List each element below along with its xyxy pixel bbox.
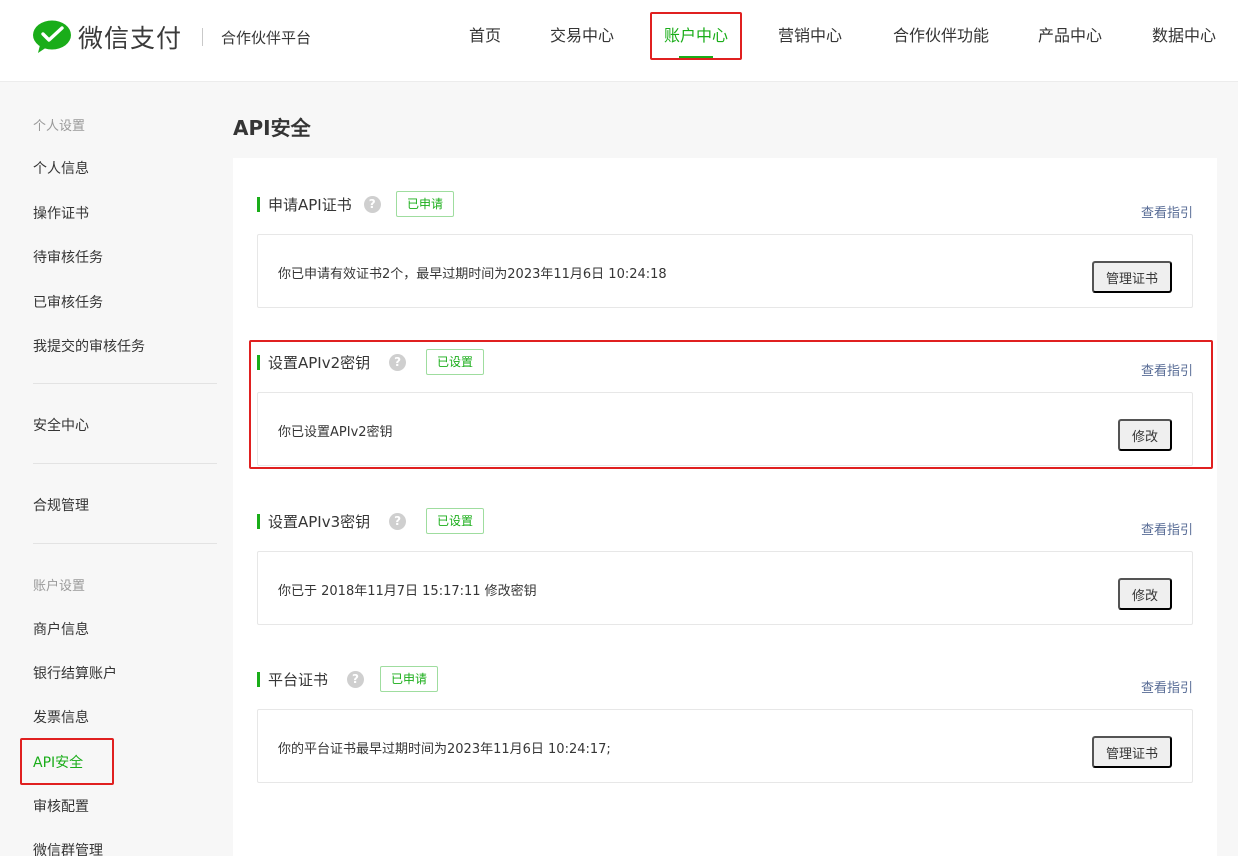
sidebar-group-account: 账户设置 (33, 579, 86, 594)
manage-cert-button[interactable]: 管理证书 (1091, 736, 1172, 768)
nav-marketing-center[interactable]: 营销中心 (778, 0, 842, 72)
section-panel: 你的平台证书最早过期时间为2023年11月6日 10:24:17; 管理证书 (257, 709, 1193, 783)
sidebar-item-wechat-group[interactable]: 微信群管理 (33, 840, 103, 856)
annotation-box-apiv2 (249, 340, 1213, 469)
view-guide-link[interactable]: 查看指引 (1141, 202, 1193, 221)
section-accent-bar (257, 514, 260, 529)
view-guide-link[interactable]: 查看指引 (1141, 519, 1193, 538)
brand-subtitle: 合作伙伴平台 (221, 28, 312, 47)
sidebar-item-review-config[interactable]: 审核配置 (33, 796, 89, 816)
sidebar-divider (33, 383, 217, 384)
manage-cert-button[interactable]: 管理证书 (1091, 261, 1172, 293)
sidebar-group-personal: 个人设置 (33, 119, 86, 134)
brand-logo[interactable]: 微信支付 合作伙伴平台 (32, 19, 311, 55)
question-circle-icon[interactable]: ? (363, 196, 381, 213)
nav-product-center[interactable]: 产品中心 (1038, 0, 1102, 72)
section-title-text: 平台证书 (268, 671, 329, 689)
annotation-box-sidebar (20, 738, 114, 785)
top-bar: 微信支付 合作伙伴平台 首页 交易中心 账户中心 营销中心 合作伙伴功能 产品中… (0, 0, 1238, 82)
sidebar-item-personal-info[interactable]: 个人信息 (33, 158, 89, 178)
sidebar-item-reviewed[interactable]: 已审核任务 (33, 292, 103, 312)
sidebar-item-compliance[interactable]: 合规管理 (33, 495, 89, 515)
sidebar-item-security-center[interactable]: 安全中心 (33, 415, 89, 435)
status-badge: 已设置 (426, 508, 485, 534)
section-panel: 你已于 2018年11月7日 15:17:11 修改密钥 修改 (257, 551, 1193, 625)
wechat-bubble-icon (33, 20, 71, 53)
nav-trade-center[interactable]: 交易中心 (550, 0, 614, 72)
sidebar-divider (33, 543, 217, 544)
section-description: 你已于 2018年11月7日 15:17:11 修改密钥 (278, 584, 537, 599)
status-badge: 已申请 (396, 191, 455, 217)
question-circle-icon[interactable]: ? (389, 513, 407, 530)
modify-button[interactable]: 修改 (1117, 578, 1172, 610)
status-badge: 已申请 (380, 666, 439, 692)
sidebar-divider (33, 463, 217, 464)
section-title: 设置APIv3密钥 ? (257, 511, 407, 532)
nav-partner-functions[interactable]: 合作伙伴功能 (893, 0, 989, 72)
sidebar-item-merchant-info[interactable]: 商户信息 (33, 619, 89, 639)
nav-home[interactable]: 首页 (469, 0, 501, 72)
sidebar-item-my-submitted[interactable]: 我提交的审核任务 (33, 336, 145, 356)
section-panel: 你已申请有效证书2个，最早过期时间为2023年11月6日 10:24:18 管理… (257, 234, 1193, 308)
section-title-text: 申请API证书 (268, 196, 352, 214)
annotation-box-nav (650, 12, 742, 60)
section-title-text: 设置APIv3密钥 (268, 513, 371, 531)
brand-divider (202, 28, 204, 46)
page-title: API安全 (233, 116, 311, 140)
brand-name: 微信支付 (78, 24, 183, 53)
section-description: 你的平台证书最早过期时间为2023年11月6日 10:24:17; (278, 742, 611, 757)
sidebar-item-invoice-info[interactable]: 发票信息 (33, 707, 89, 727)
view-guide-link[interactable]: 查看指引 (1141, 677, 1193, 696)
section-description: 你已申请有效证书2个，最早过期时间为2023年11月6日 10:24:18 (278, 267, 667, 282)
section-title: 平台证书 ? (257, 669, 365, 690)
api-security-card: 申请API证书 ? 已申请 查看指引 你已申请有效证书2个，最早过期时间为202… (233, 158, 1217, 856)
nav-data-center[interactable]: 数据中心 (1152, 0, 1216, 72)
question-circle-icon[interactable]: ? (347, 671, 365, 688)
sidebar-item-pending-review[interactable]: 待审核任务 (33, 247, 103, 267)
sidebar: 个人设置 个人信息 操作证书 待审核任务 已审核任务 我提交的审核任务 安全中心… (0, 82, 230, 856)
sidebar-item-bank-account[interactable]: 银行结算账户 (33, 663, 117, 683)
section-title: 申请API证书 ? (257, 194, 381, 215)
sidebar-item-operation-cert[interactable]: 操作证书 (33, 203, 89, 223)
section-accent-bar (257, 197, 260, 212)
section-accent-bar (257, 672, 260, 687)
